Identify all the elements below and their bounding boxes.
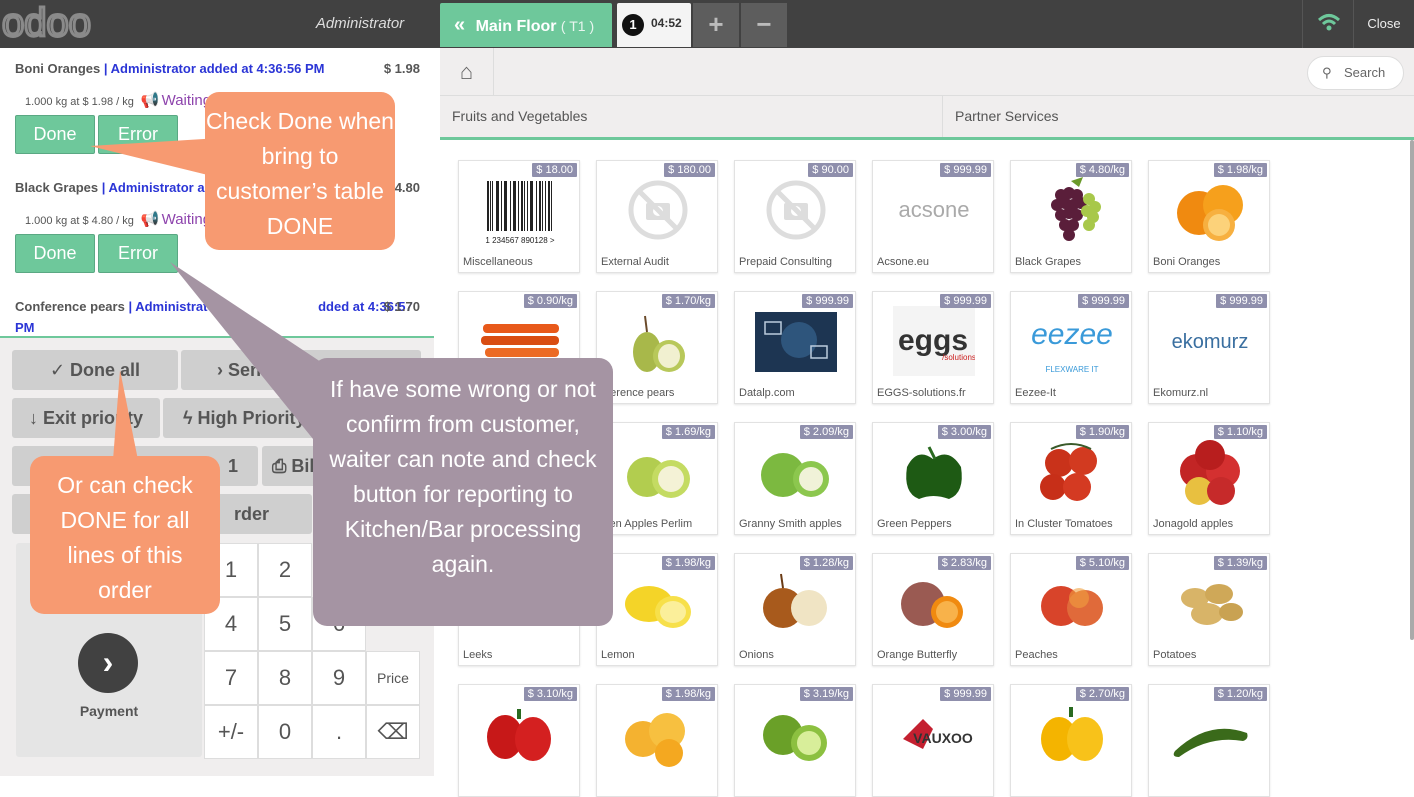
callout-done: Check Done when bring to customer’s tabl… [205,92,395,250]
callout-error: If have some wrong or not confirm from c… [313,358,613,626]
callout-done-all: Or can check DONE for all lines of this … [30,456,220,614]
